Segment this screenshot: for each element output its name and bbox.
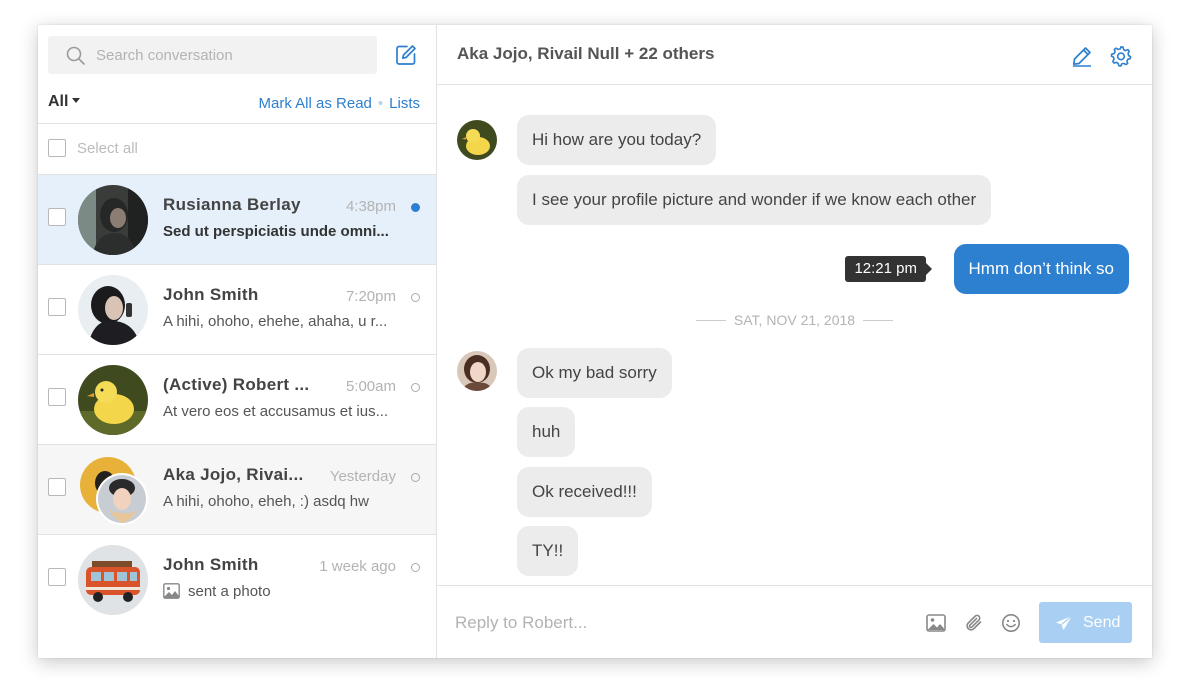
conversation-preview: At vero eos et accusamus et ius... xyxy=(163,403,389,420)
unread-dot-icon[interactable] xyxy=(411,203,420,212)
message-thread: Hi how are you today? I see your profile… xyxy=(437,85,1152,585)
conversation-list-panel: All Mark All as Read • Lists Select all xyxy=(38,25,437,658)
filter-label: All xyxy=(48,93,69,110)
caret-down-icon xyxy=(72,98,81,103)
lists-link[interactable]: Lists xyxy=(389,95,420,112)
read-dot-icon[interactable] xyxy=(411,383,420,392)
conversation-name: Aka Jojo, Rivai... xyxy=(163,465,304,484)
conversation-item[interactable]: (Active) Robert ... 5:00am At vero eos e… xyxy=(38,355,436,445)
conversation-preview: A hihi, ohoho, eheh, :) asdq hw xyxy=(163,493,369,510)
conversation-time: 1 week ago xyxy=(319,558,396,575)
mark-all-read-link[interactable]: Mark All as Read xyxy=(259,95,372,112)
filter-dropdown[interactable]: All xyxy=(48,93,81,111)
conversation-time: 7:20pm xyxy=(345,288,396,305)
select-all-label: Select all xyxy=(77,140,138,157)
message-bubble[interactable]: Hi how are you today? xyxy=(517,115,717,165)
search-box[interactable] xyxy=(48,36,377,74)
conversation-checkbox[interactable] xyxy=(48,478,66,496)
conversation-time: 4:38pm xyxy=(345,198,396,215)
separator-line xyxy=(863,320,894,321)
conversation-preview-text: sent a photo xyxy=(188,583,271,600)
message-bubble[interactable]: Ok received!!! xyxy=(517,467,652,517)
date-separator-label: SAT, NOV 21, 2018 xyxy=(733,312,856,328)
message-bubble[interactable]: Ok my bad sorry xyxy=(517,348,672,398)
message-bubble[interactable]: huh xyxy=(517,407,576,457)
chat-header: Aka Jojo, Rivail Null + 22 others xyxy=(437,25,1152,85)
message-bubble[interactable]: TY!! xyxy=(517,526,579,576)
filter-links: Mark All as Read • Lists xyxy=(259,95,421,112)
conversation-name: John Smith xyxy=(163,285,259,304)
message-bubble-outgoing[interactable]: Hmm don’t think so xyxy=(953,244,1129,294)
search-icon xyxy=(66,46,85,65)
conversation-item[interactable]: Aka Jojo, Rivai... Yesterday A hihi, oho… xyxy=(38,445,436,535)
pencil-icon[interactable] xyxy=(1071,45,1093,67)
filter-row: All Mark All as Read • Lists xyxy=(38,83,436,124)
avatar xyxy=(78,275,148,345)
avatar xyxy=(457,120,497,160)
messenger-window: All Mark All as Read • Lists Select all xyxy=(38,25,1152,658)
read-dot-icon[interactable] xyxy=(411,563,420,572)
conversation-item[interactable]: John Smith 7:20pm A hihi, ohoho, ehehe, … xyxy=(38,265,436,355)
photo-icon xyxy=(163,583,180,599)
conversation-checkbox[interactable] xyxy=(48,208,66,226)
conversation-checkbox[interactable] xyxy=(48,298,66,316)
group-avatar xyxy=(78,455,148,525)
conversation-name: Rusianna Berlay xyxy=(163,195,301,214)
select-all-checkbox[interactable] xyxy=(48,139,66,157)
chat-title: Aka Jojo, Rivail Null + 22 others xyxy=(457,44,715,63)
read-dot-icon[interactable] xyxy=(411,473,420,482)
conversation-checkbox[interactable] xyxy=(48,568,66,586)
avatar xyxy=(78,185,148,255)
avatar xyxy=(78,545,148,615)
separator-line xyxy=(695,320,726,321)
avatar xyxy=(78,365,148,435)
link-separator: • xyxy=(377,95,384,112)
composer: Send xyxy=(437,585,1152,658)
avatar xyxy=(457,351,497,391)
send-label: Send xyxy=(1083,614,1121,631)
gear-icon[interactable] xyxy=(1110,45,1132,67)
conversation-name: John Smith xyxy=(163,555,259,574)
image-icon[interactable] xyxy=(926,613,948,635)
conversation-checkbox[interactable] xyxy=(48,388,66,406)
paperclip-icon[interactable] xyxy=(964,613,986,635)
emoji-icon[interactable] xyxy=(1001,613,1023,635)
conversation-item[interactable]: John Smith 1 week ago sent a photo xyxy=(38,535,436,624)
conversation-preview: A hihi, ohoho, ehehe, ahaha, u r... xyxy=(163,313,388,330)
date-separator: SAT, NOV 21, 2018 xyxy=(437,312,1152,328)
reply-input[interactable] xyxy=(455,608,895,638)
select-all-row: Select all xyxy=(38,124,436,175)
conversation-time: 5:00am xyxy=(345,378,396,395)
send-button[interactable]: Send xyxy=(1039,602,1132,643)
conversation-name: (Active) Robert ... xyxy=(163,375,310,394)
search-row xyxy=(38,25,436,83)
compose-icon[interactable] xyxy=(395,44,417,66)
conversation-preview: Sed ut perspiciatis unde omni... xyxy=(163,223,389,240)
conversation-time: Yesterday xyxy=(329,468,396,485)
search-input[interactable] xyxy=(96,36,366,74)
conversation-item[interactable]: Rusianna Berlay 4:38pm Sed ut perspiciat… xyxy=(38,175,436,265)
conversation-preview: sent a photo xyxy=(163,583,403,600)
read-dot-icon[interactable] xyxy=(411,293,420,302)
message-bubble[interactable]: I see your profile picture and wonder if… xyxy=(517,175,992,225)
paper-plane-icon xyxy=(1056,615,1073,630)
chat-panel: Aka Jojo, Rivail Null + 22 others Hi how… xyxy=(437,25,1152,658)
timestamp-tooltip: 12:21 pm xyxy=(845,256,932,282)
